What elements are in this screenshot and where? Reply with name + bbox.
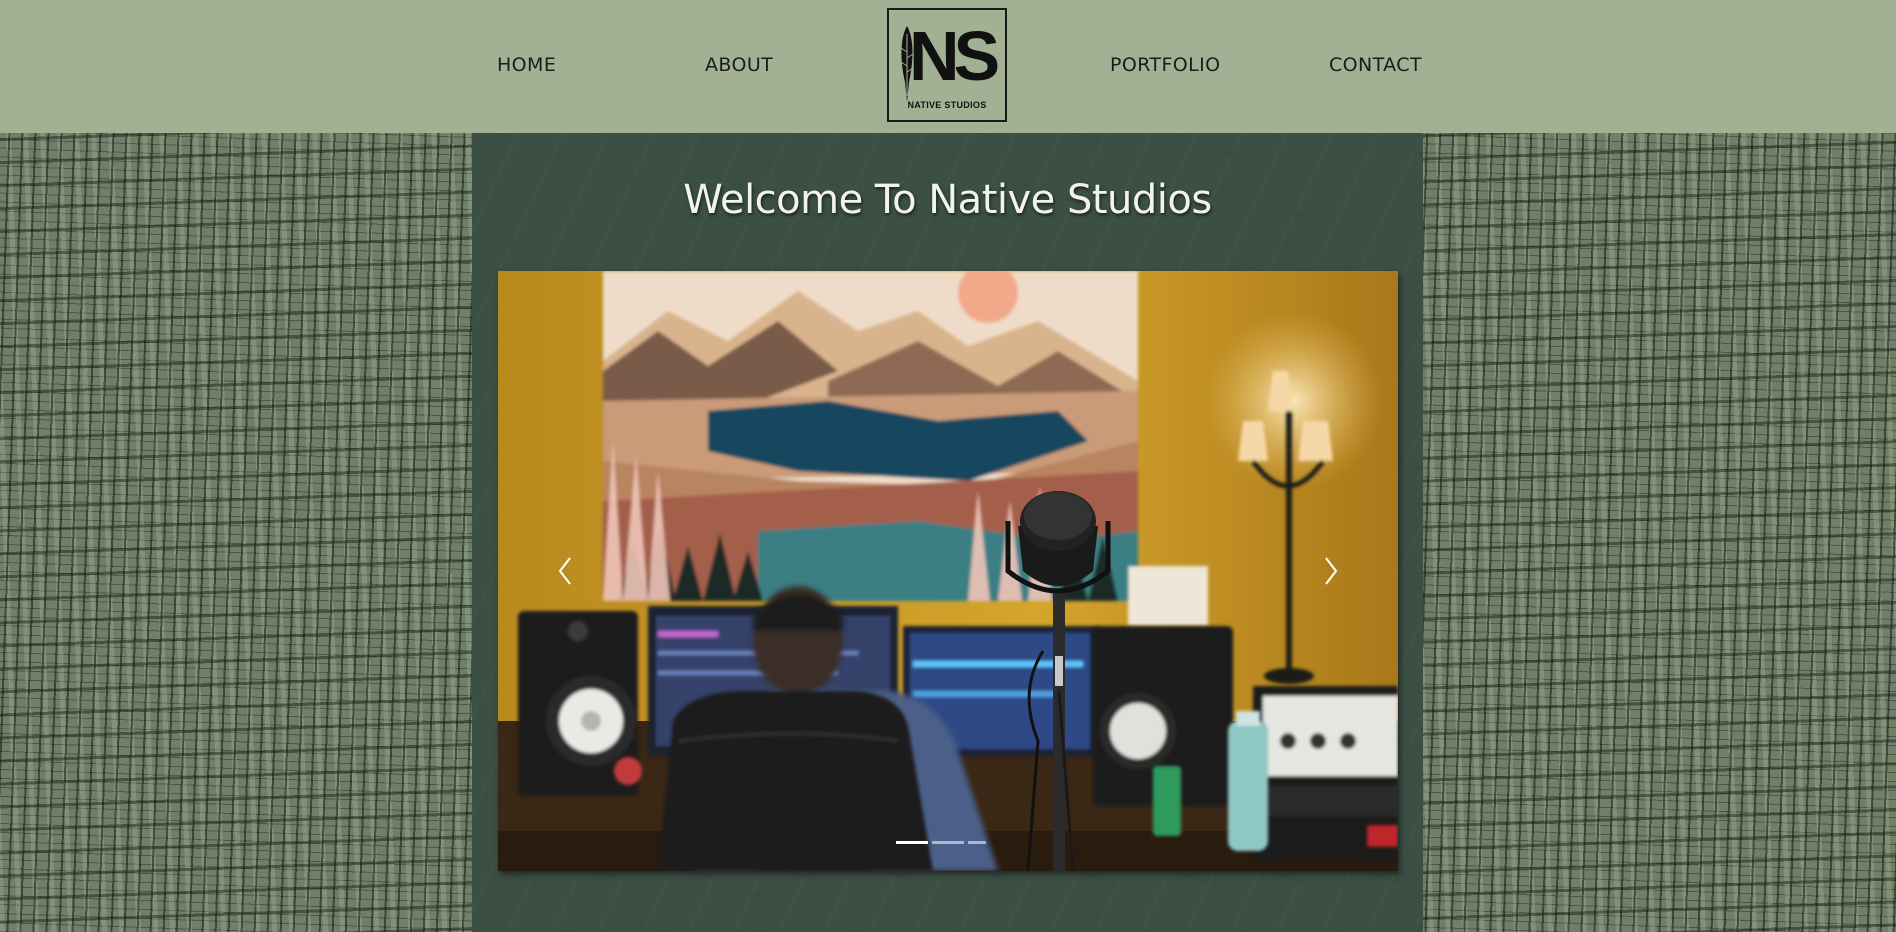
site-header: HOME ABOUT NS NATIVE STUDIOS PORTFOLIO C… [0,0,1896,133]
logo-subtitle: NATIVE STUDIOS [907,100,987,110]
slide-dot-3[interactable] [968,841,986,844]
recording-studio-photo [498,271,1398,871]
nav-home-link[interactable]: HOME [497,54,556,76]
logo-letters: NS [909,17,1000,95]
site-logo[interactable]: NS NATIVE STUDIOS [887,8,1007,122]
nav-contact-link[interactable]: CONTACT [1329,54,1422,76]
chevron-left-icon[interactable] [554,554,576,588]
nav-about-link[interactable]: ABOUT [705,54,773,76]
slide-dot-1[interactable] [896,841,928,844]
page-title: Welcome To Native Studios [683,177,1212,223]
slide-dot-2[interactable] [932,841,964,844]
chevron-right-icon[interactable] [1320,554,1342,588]
image-slideshow[interactable] [498,271,1398,871]
nav-portfolio-link[interactable]: PORTFOLIO [1110,54,1220,76]
